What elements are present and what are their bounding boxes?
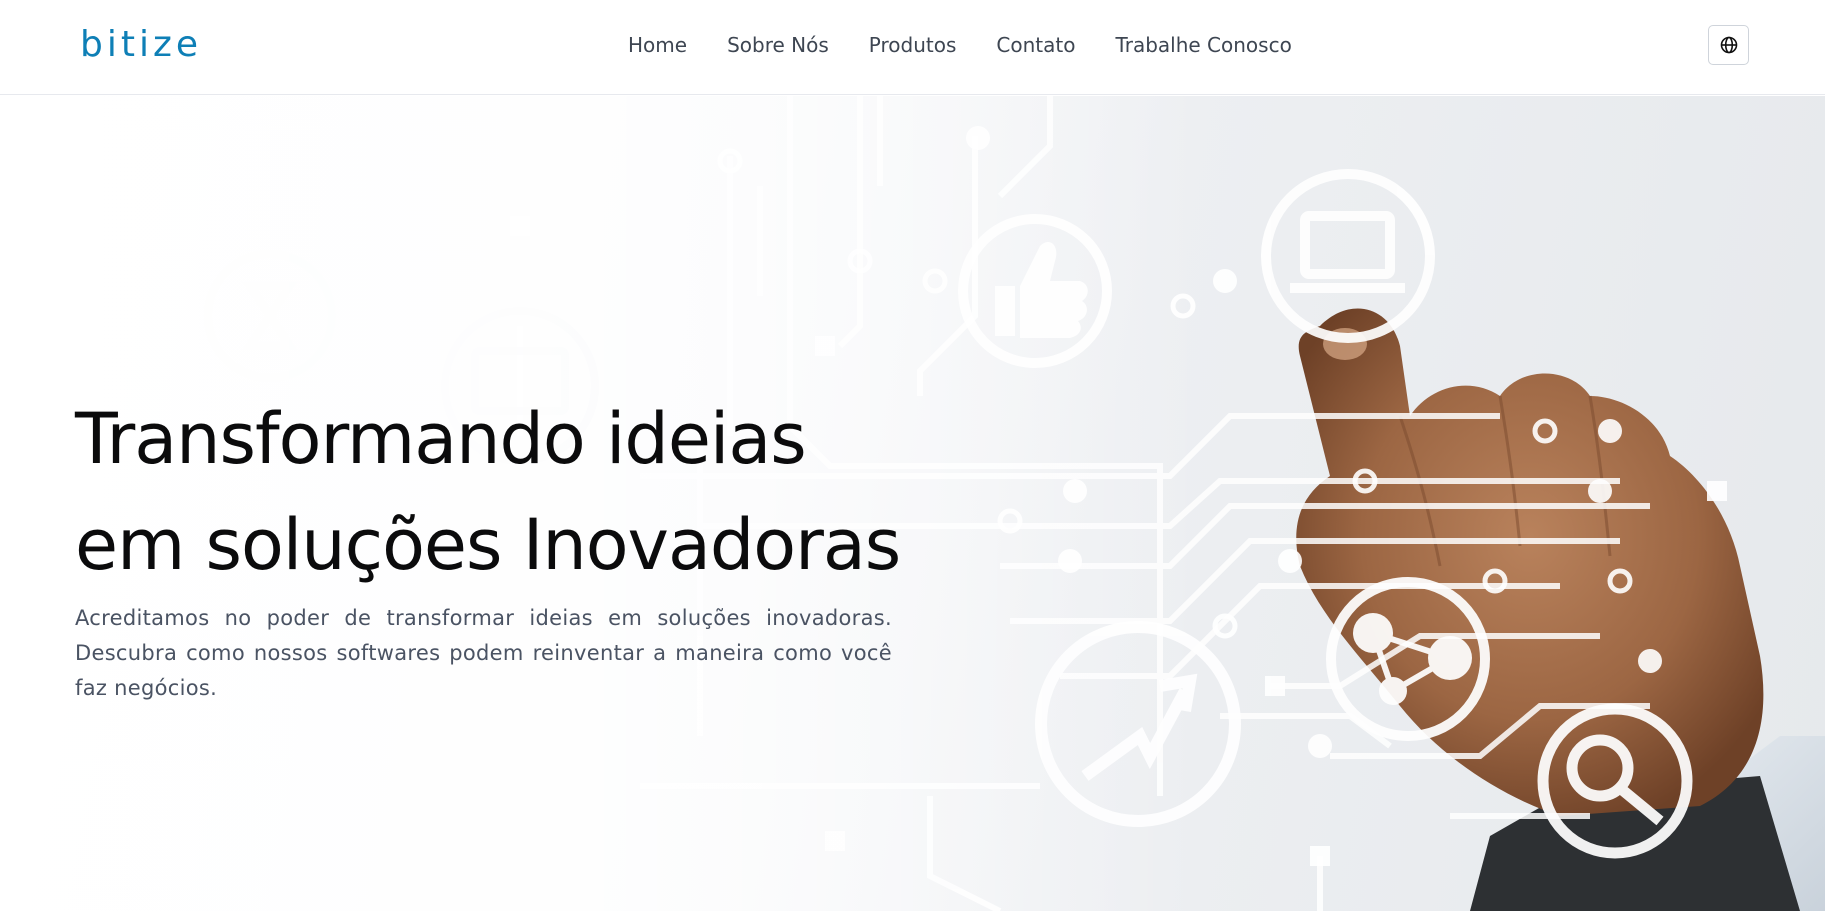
globe-icon xyxy=(1720,36,1737,54)
hero-title-line1: Transformando ideias xyxy=(75,398,807,480)
hero-description: Acreditamos no poder de transformar idei… xyxy=(75,606,892,700)
trend-arrow-icon xyxy=(1035,621,1241,827)
hourglass-icon xyxy=(204,250,336,382)
hero-section: Transformando ideias em soluções Inovado… xyxy=(0,96,1825,911)
nav-contact-link[interactable]: Contato xyxy=(996,30,1075,60)
site-header: bitize Home Sobre Nós Produtos Contato T… xyxy=(0,0,1825,95)
nav-home-link[interactable]: Home xyxy=(628,30,687,60)
hero-title-line2: em soluções Inovadoras xyxy=(75,504,901,586)
hero-title: Transformando ideias em soluções Inovado… xyxy=(75,386,901,598)
thumbs-up-icon xyxy=(958,214,1112,368)
bitize-logo[interactable]: bitize xyxy=(80,24,202,66)
main-nav: Home Sobre Nós Produtos Contato Trabalhe… xyxy=(628,30,1292,60)
nav-careers-link[interactable]: Trabalhe Conosco xyxy=(1115,30,1291,60)
language-button[interactable] xyxy=(1708,25,1749,65)
nav-about-link[interactable]: Sobre Nós xyxy=(727,30,829,60)
nav-products-link[interactable]: Produtos xyxy=(869,30,957,60)
